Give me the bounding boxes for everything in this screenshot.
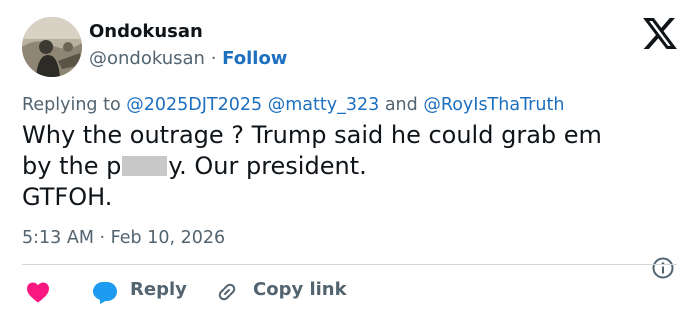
tweet-line: Why the outrage ? Trump said he could gr… xyxy=(22,121,602,149)
mention-link[interactable]: @matty_323 xyxy=(268,95,380,115)
info-icon[interactable] xyxy=(651,256,675,280)
tweet-text-segment: by the p xyxy=(22,152,122,180)
tweet-line: GTFOH. xyxy=(22,183,113,211)
mention-link[interactable]: @2025DJT2025 xyxy=(126,95,262,115)
reply-bubble-icon[interactable] xyxy=(92,280,118,304)
tweet-text-segment: y. Our president. xyxy=(168,152,367,180)
copy-link-button[interactable]: Copy link xyxy=(253,279,347,300)
censor-bar xyxy=(122,156,168,176)
tweet-card: Ondokusan @ondokusan · Follow Replying t… xyxy=(0,0,700,318)
reply-prefix: Replying to xyxy=(22,95,121,115)
handle-separator: · xyxy=(210,48,217,69)
tweet-time: 5:13 AM xyxy=(22,228,94,248)
follow-button[interactable]: Follow xyxy=(222,48,287,69)
avatar[interactable] xyxy=(22,17,82,77)
author-name[interactable]: Ondokusan xyxy=(89,21,203,42)
timestamp-separator: · xyxy=(99,228,106,248)
tweet-date: Feb 10, 2026 xyxy=(110,228,226,248)
reply-context: Replying to @2025DJT2025 @matty_323 and … xyxy=(22,95,564,115)
tweet-line: by the p y. Our president. xyxy=(22,151,682,182)
author-handle[interactable]: @ondokusan xyxy=(89,48,205,69)
divider xyxy=(22,264,677,265)
tweet-text: Why the outrage ? Trump said he could gr… xyxy=(22,120,682,213)
tweet-timestamp[interactable]: 5:13 AM · Feb 10, 2026 xyxy=(22,228,225,248)
author-handle-line: @ondokusan · Follow xyxy=(89,48,287,69)
heart-icon[interactable] xyxy=(26,281,50,303)
reply-button[interactable]: Reply xyxy=(130,279,187,300)
mention-link[interactable]: @RoyIsThaTruth xyxy=(423,95,564,115)
x-logo-icon[interactable] xyxy=(643,18,677,49)
avatar-photo xyxy=(22,17,82,77)
link-icon[interactable] xyxy=(215,280,239,304)
reply-conjunction: and xyxy=(384,95,418,115)
